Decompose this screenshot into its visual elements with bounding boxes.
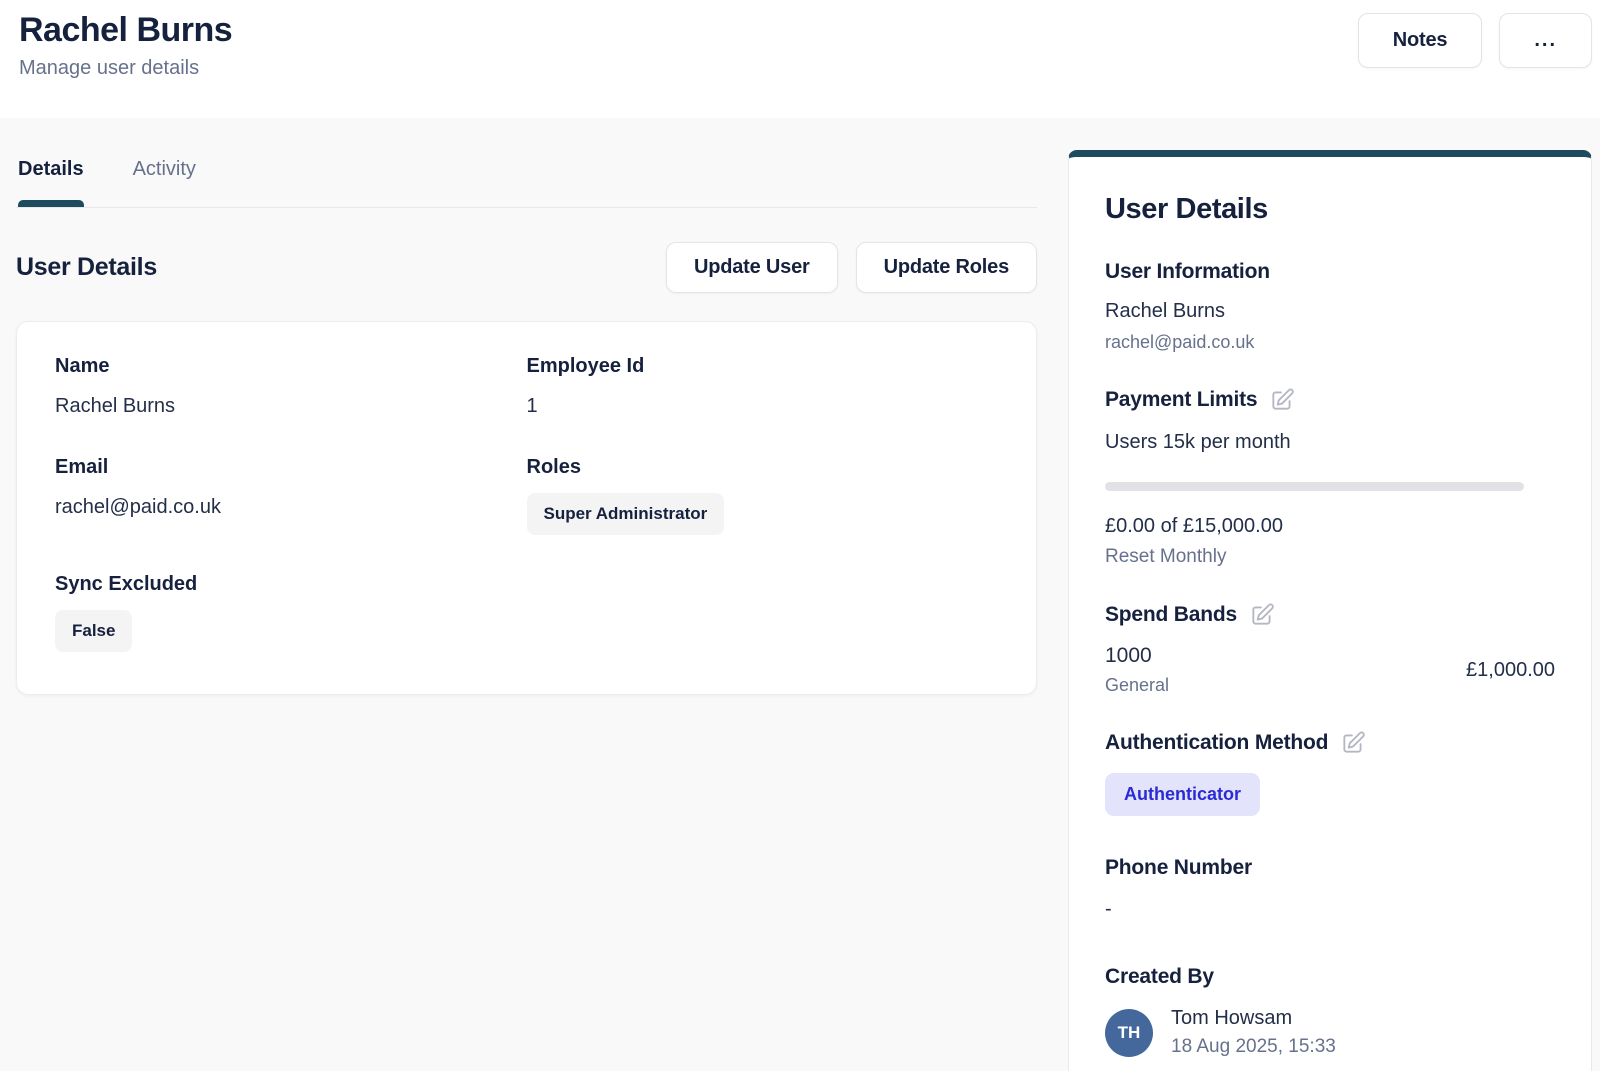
update-roles-button[interactable]: Update Roles — [856, 242, 1037, 293]
created-by-timestamp: 18 Aug 2025, 15:33 — [1171, 1036, 1336, 1058]
spend-bands-section: Spend Bands 1000 General £1,000.00 — [1105, 602, 1555, 696]
section-actions: Update User Update Roles — [666, 242, 1037, 293]
payment-progress-bar — [1105, 482, 1524, 491]
field-roles: Roles Super Administrator — [527, 456, 999, 535]
page-header: Rachel Burns Manage user details Notes .… — [0, 0, 1600, 118]
field-name-label: Name — [55, 355, 527, 378]
page-title: Rachel Burns — [19, 10, 1592, 51]
field-sync-excluded-label: Sync Excluded — [55, 573, 527, 596]
field-roles-label: Roles — [527, 456, 999, 479]
sync-excluded-badge: False — [55, 610, 132, 652]
spend-band-name: 1000 — [1105, 644, 1169, 668]
field-grid: Name Rachel Burns Employee Id 1 Email ra… — [55, 355, 998, 652]
phone-value: - — [1105, 898, 1555, 921]
edit-spend-bands-icon[interactable] — [1249, 602, 1275, 628]
role-badge: Super Administrator — [527, 493, 725, 535]
authentication-section: Authentication Method Authenticator — [1105, 730, 1555, 816]
edit-payment-limits-icon[interactable] — [1269, 387, 1295, 413]
user-details-panel: User Details User Information Rachel Bur… — [1068, 150, 1592, 1071]
header-actions: Notes ... — [1358, 13, 1592, 68]
section-title: User Details — [16, 253, 157, 282]
field-employee-id-value: 1 — [527, 395, 999, 418]
spend-bands-heading: Spend Bands — [1105, 603, 1237, 627]
user-information-email: rachel@paid.co.uk — [1105, 332, 1555, 353]
created-by-name: Tom Howsam — [1171, 1007, 1336, 1030]
tab-activity[interactable]: Activity — [133, 158, 196, 207]
page-subtitle: Manage user details — [19, 57, 1592, 80]
phone-section: Phone Number - — [1105, 856, 1555, 921]
more-options-button[interactable]: ... — [1499, 13, 1592, 68]
authentication-heading: Authentication Method — [1105, 731, 1328, 755]
field-employee-id-label: Employee Id — [527, 355, 999, 378]
section-head: User Details Update User Update Roles — [16, 242, 1037, 293]
payment-limits-section: Payment Limits Users 15k per month £0.00… — [1105, 387, 1555, 568]
phone-heading: Phone Number — [1105, 856, 1555, 880]
content-area: Details Activity User Details Update Use… — [0, 118, 1600, 1071]
field-sync-excluded: Sync Excluded False — [55, 573, 527, 652]
main-column: Details Activity User Details Update Use… — [16, 118, 1037, 1071]
spend-band-row: 1000 General £1,000.00 — [1105, 644, 1555, 696]
authentication-heading-row: Authentication Method — [1105, 730, 1555, 756]
spend-bands-heading-row: Spend Bands — [1105, 602, 1555, 628]
update-user-button[interactable]: Update User — [666, 242, 838, 293]
payment-reset-text: Reset Monthly — [1105, 546, 1555, 568]
tab-details[interactable]: Details — [18, 158, 84, 207]
field-name-value: Rachel Burns — [55, 395, 527, 418]
created-by-row: TH Tom Howsam 18 Aug 2025, 15:33 — [1105, 1007, 1555, 1058]
created-by-heading: Created By — [1105, 965, 1555, 989]
created-by-info: Tom Howsam 18 Aug 2025, 15:33 — [1171, 1007, 1336, 1058]
payment-limits-heading-row: Payment Limits — [1105, 387, 1555, 413]
panel-title: User Details — [1105, 193, 1555, 226]
payment-usage-text: £0.00 of £15,000.00 — [1105, 515, 1555, 538]
tab-strip: Details Activity — [16, 158, 1037, 208]
field-email: Email rachel@paid.co.uk — [55, 456, 527, 535]
user-information-heading: User Information — [1105, 260, 1555, 284]
authenticator-badge: Authenticator — [1105, 773, 1260, 816]
spend-band-category: General — [1105, 675, 1169, 696]
payment-limits-heading: Payment Limits — [1105, 388, 1257, 412]
user-details-card: Name Rachel Burns Employee Id 1 Email ra… — [16, 321, 1037, 695]
spend-band-info: 1000 General — [1105, 644, 1169, 696]
created-by-section: Created By TH Tom Howsam 18 Aug 2025, 15… — [1105, 965, 1555, 1058]
notes-button[interactable]: Notes — [1358, 13, 1483, 68]
field-email-value: rachel@paid.co.uk — [55, 496, 527, 519]
field-name: Name Rachel Burns — [55, 355, 527, 418]
edit-authentication-icon[interactable] — [1340, 730, 1366, 756]
field-employee-id: Employee Id 1 — [527, 355, 999, 418]
field-email-label: Email — [55, 456, 527, 479]
payment-limit-text: Users 15k per month — [1105, 431, 1555, 454]
avatar: TH — [1105, 1009, 1153, 1057]
user-information-section: User Information Rachel Burns rachel@pai… — [1105, 260, 1555, 353]
user-information-name: Rachel Burns — [1105, 300, 1555, 323]
spend-band-amount: £1,000.00 — [1466, 659, 1555, 682]
